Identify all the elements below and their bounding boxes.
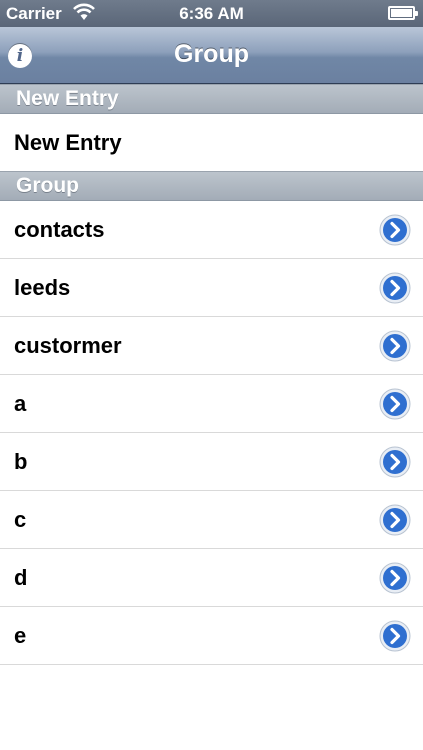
list-item-d[interactable]: d — [0, 549, 423, 607]
list-item-custormer[interactable]: custormer — [0, 317, 423, 375]
list-item-label: custormer — [14, 333, 122, 358]
list-item-c[interactable]: c — [0, 491, 423, 549]
disclosure-button-icon[interactable] — [379, 562, 411, 594]
list-item-a[interactable]: a — [0, 375, 423, 433]
clock: 6:36 AM — [179, 4, 244, 23]
list-item-label: b — [14, 449, 28, 474]
page-title: Group — [174, 40, 249, 68]
section-header-new-entry: New Entry — [0, 84, 423, 114]
disclosure-button-icon[interactable] — [379, 388, 411, 420]
list-item-label: a — [14, 391, 27, 416]
status-bar: Carrier 6:36 AM — [0, 0, 423, 27]
list-item-e[interactable]: e — [0, 607, 423, 665]
disclosure-button-icon[interactable] — [379, 620, 411, 652]
battery-icon — [388, 6, 418, 20]
list-item-label: leeds — [14, 275, 71, 300]
list-item-label: e — [14, 623, 27, 648]
navigation-bar: i Group — [0, 27, 423, 84]
disclosure-button-icon[interactable] — [379, 330, 411, 362]
list-item-leeds[interactable]: leeds — [0, 259, 423, 317]
list-item-new-entry[interactable]: New Entry — [0, 114, 423, 172]
list-item-label: contacts — [14, 217, 105, 242]
list-item-label: c — [14, 507, 27, 532]
section-header-group: Group — [0, 171, 423, 201]
list-item-label: d — [14, 565, 28, 590]
list-item-label: New Entry — [14, 130, 122, 155]
list-item-contacts[interactable]: contacts — [0, 201, 423, 259]
disclosure-button-icon[interactable] — [379, 272, 411, 304]
disclosure-button-icon[interactable] — [379, 214, 411, 246]
disclosure-button-icon[interactable] — [379, 446, 411, 478]
disclosure-button-icon[interactable] — [379, 504, 411, 536]
list-item-b[interactable]: b — [0, 433, 423, 491]
